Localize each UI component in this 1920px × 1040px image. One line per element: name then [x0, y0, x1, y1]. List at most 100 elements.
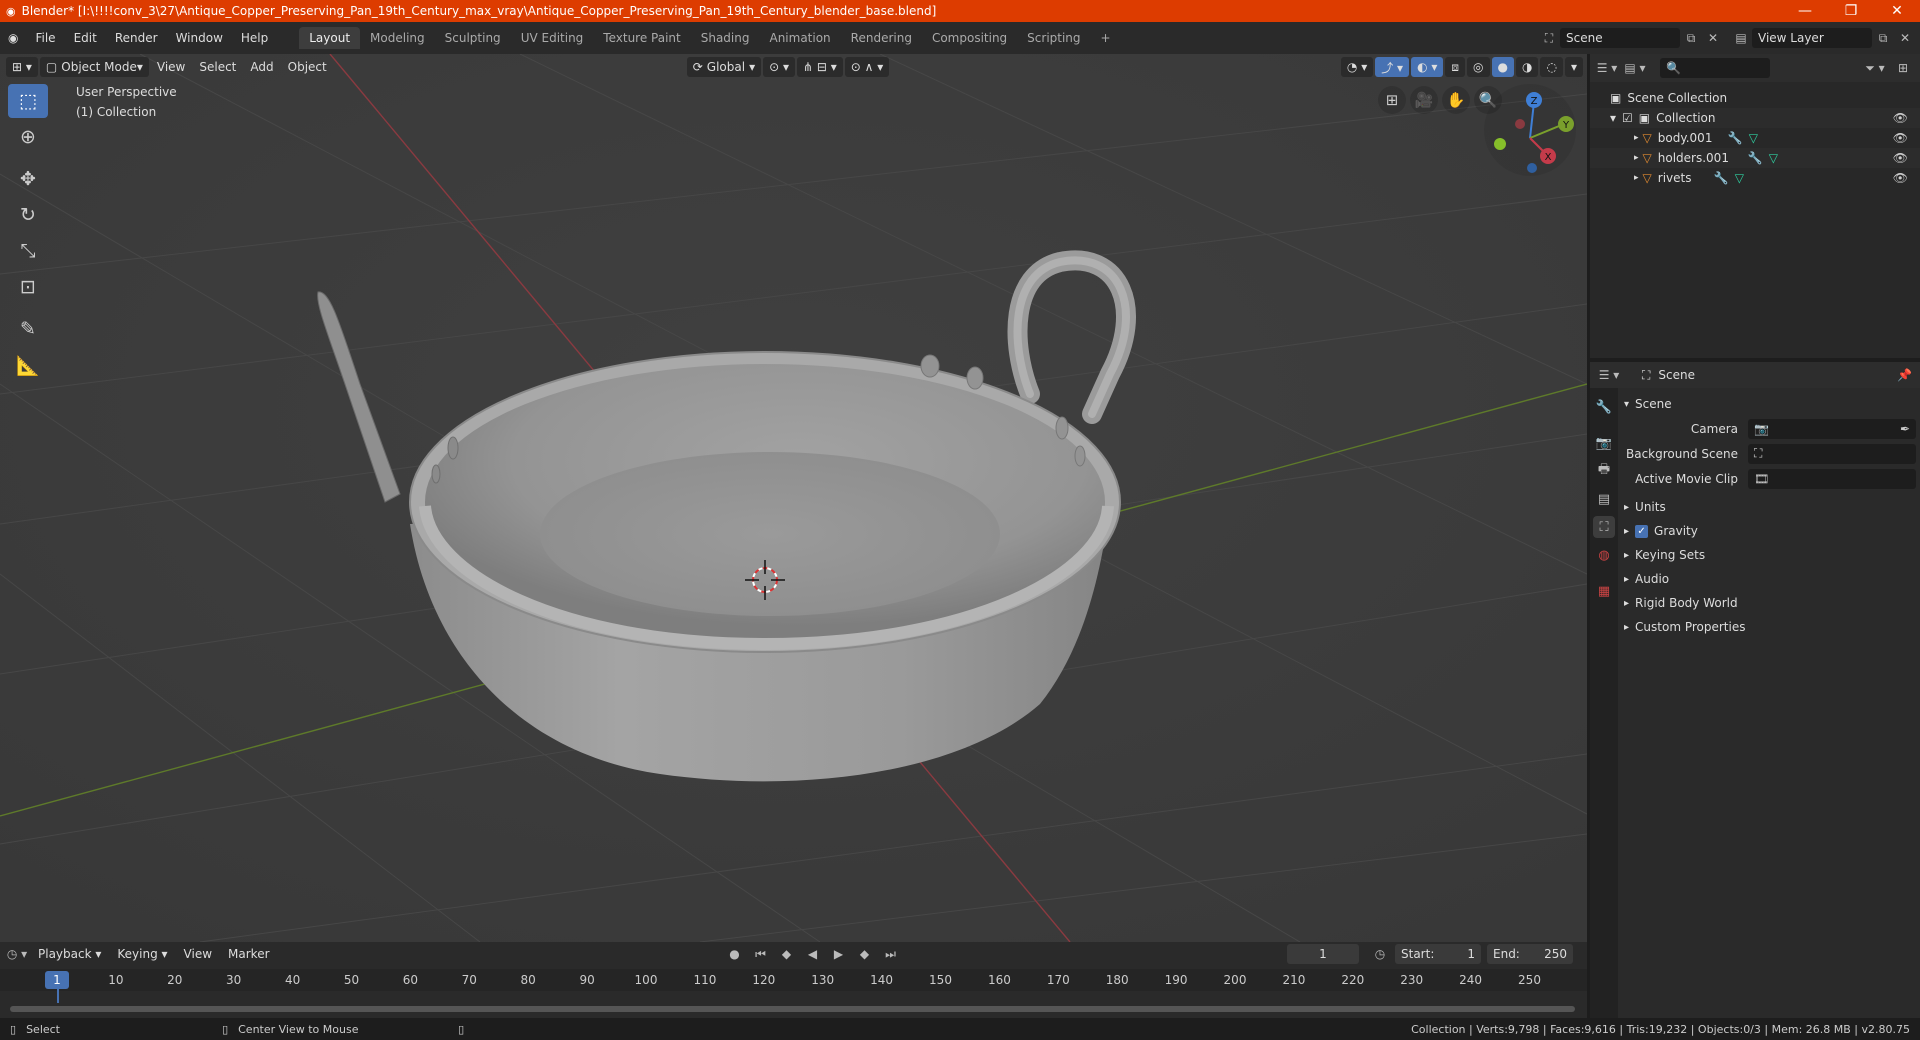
measure-icon[interactable]: 📐 — [8, 348, 48, 382]
transform-icon[interactable]: ⊡ — [8, 270, 48, 304]
navigation-gizmo[interactable]: Z Y X — [1480, 80, 1580, 180]
scene-tab-icon[interactable]: ⛶ — [1593, 516, 1615, 538]
menu-window[interactable]: Window — [167, 31, 232, 45]
tab-sculpting[interactable]: Sculpting — [435, 27, 511, 49]
new-scene-icon[interactable]: ⧉ — [1680, 28, 1702, 48]
shading-rendered-icon[interactable]: ◌ — [1540, 57, 1563, 77]
add-workspace-icon[interactable]: + — [1091, 27, 1121, 49]
snap-icon[interactable]: ⋔ ⊟ ▾ — [797, 57, 843, 77]
jump-start-icon[interactable]: ⏮ — [750, 944, 772, 964]
gravity-checkbox-icon[interactable]: ✓ — [1635, 524, 1649, 538]
outliner-object-rivets[interactable]: ▸ ▽ rivets 🔧 ▽ 👁 — [1590, 168, 1920, 188]
menu-file[interactable]: File — [26, 31, 64, 45]
new-collection-icon[interactable]: ⊞ — [1892, 58, 1914, 78]
expand-object-icon[interactable]: ▸ — [1634, 133, 1639, 143]
tab-texture-paint[interactable]: Texture Paint — [593, 27, 690, 49]
tab-uv-editing[interactable]: UV Editing — [511, 27, 594, 49]
custom-properties-panel-header[interactable]: ▸ Custom Properties — [1624, 615, 1916, 639]
object-visibility-icon[interactable]: 👁 — [1893, 131, 1908, 145]
mesh-data-icon[interactable]: ▽ — [1769, 151, 1778, 165]
menu-help[interactable]: Help — [232, 31, 277, 45]
tab-scripting[interactable]: Scripting — [1017, 27, 1090, 49]
output-tab-icon[interactable]: 🖶 — [1593, 460, 1615, 482]
mesh-data-icon[interactable]: ▽ — [1735, 171, 1744, 185]
audio-panel-header[interactable]: ▸ Audio — [1624, 567, 1916, 591]
expand-collection-icon[interactable]: ▾ — [1610, 111, 1616, 125]
view-layer-field[interactable]: View Layer — [1752, 28, 1872, 48]
shading-options-icon[interactable]: ▾ — [1564, 57, 1583, 77]
filter-icon[interactable]: ⏷ ▾ — [1864, 58, 1886, 78]
menu-edit[interactable]: Edit — [65, 31, 106, 45]
editor-type-icon[interactable]: ⊞ ▾ — [6, 57, 38, 77]
outliner-editor-icon[interactable]: ☰ ▾ — [1596, 58, 1618, 78]
shading-solid-icon[interactable]: ● — [1491, 57, 1514, 77]
camera-view-icon[interactable]: 🎥 — [1410, 86, 1438, 114]
scale-icon[interactable]: ⤡ — [8, 234, 48, 268]
current-frame-field[interactable]: 1 — [1287, 944, 1359, 964]
transform-orientation-select[interactable]: ⟳ Global ▾ — [686, 57, 762, 77]
outliner-scene-collection[interactable]: ▣ Scene Collection — [1590, 88, 1920, 108]
start-frame-field[interactable]: Start: 1 — [1395, 944, 1481, 964]
play-reverse-icon[interactable]: ◀ — [802, 944, 824, 964]
next-keyframe-icon[interactable]: ◆ — [854, 944, 876, 964]
world-tab-icon[interactable]: ◍ — [1593, 544, 1615, 566]
camera-field[interactable]: 📷 ✒ — [1748, 418, 1916, 439]
scene-field[interactable]: Scene — [1560, 28, 1680, 48]
view-layer-tab-icon[interactable]: ▤ — [1593, 488, 1615, 510]
pin-icon[interactable]: 📌 — [1897, 368, 1912, 382]
end-frame-field[interactable]: End: 250 — [1487, 944, 1573, 964]
tab-compositing[interactable]: Compositing — [922, 27, 1017, 49]
tab-layout[interactable]: Layout — [299, 27, 361, 49]
timeline-menu-view[interactable]: View — [178, 947, 218, 961]
display-mode-icon[interactable]: ▤ ▾ — [1624, 58, 1646, 78]
viewport-menu-object[interactable]: Object — [282, 60, 333, 74]
modifier-wrench-icon[interactable]: 🔧 — [1728, 131, 1743, 145]
tab-shading[interactable]: Shading — [691, 27, 760, 49]
jump-end-icon[interactable]: ⏭ — [880, 944, 902, 964]
tab-rendering[interactable]: Rendering — [841, 27, 922, 49]
outliner-collection[interactable]: ▾ ☑ ▣ Collection 👁 — [1590, 108, 1920, 128]
annotate-icon[interactable]: ✎ — [8, 312, 48, 346]
rotate-icon[interactable]: ↻ — [8, 198, 48, 232]
collection-checkbox-icon[interactable]: ☑ — [1622, 111, 1633, 125]
pivot-point-icon[interactable]: ⊙ ▾ — [763, 57, 795, 77]
texture-tab-icon[interactable]: ▦ — [1593, 580, 1615, 602]
record-icon[interactable]: ● — [724, 944, 746, 964]
shading-wireframe-icon[interactable]: ◎ — [1467, 57, 1490, 77]
mesh-data-icon[interactable]: ▽ — [1749, 131, 1758, 145]
maximize-button[interactable]: ❐ — [1828, 0, 1874, 22]
menu-render[interactable]: Render — [106, 31, 167, 45]
gravity-panel-header[interactable]: ▸ ✓ Gravity — [1624, 519, 1916, 543]
expand-object-icon[interactable]: ▸ — [1634, 173, 1639, 183]
tool-settings-tab-icon[interactable]: 🔧 — [1593, 396, 1615, 418]
outliner-object-body[interactable]: ▸ ▽ body.001 🔧 ▽ 👁 — [1590, 128, 1920, 148]
overlay-toggle-icon[interactable]: ◐ ▾ — [1411, 57, 1444, 77]
eyedropper-icon[interactable]: ✒ — [1900, 422, 1910, 436]
timeline-editor-icon[interactable]: ◷ ▾ — [6, 944, 28, 964]
outliner-search[interactable]: 🔍 — [1660, 58, 1770, 78]
frame-ruler[interactable]: 1 10 20 30 40 50 60 70 80 90 100 110 120 130 140 150 160… — [0, 969, 1587, 1003]
modifier-wrench-icon[interactable]: 🔧 — [1748, 151, 1763, 165]
scene-canvas[interactable] — [0, 54, 1587, 942]
units-panel-header[interactable]: ▸ Units — [1624, 495, 1916, 519]
tab-modeling[interactable]: Modeling — [360, 27, 435, 49]
new-view-layer-icon[interactable]: ⧉ — [1872, 28, 1894, 48]
active-movie-clip-field[interactable]: 🎞 — [1748, 468, 1916, 489]
object-visibility-icon[interactable]: 👁 — [1893, 151, 1908, 165]
xray-icon[interactable]: ⧈ — [1445, 57, 1466, 77]
cursor-icon[interactable]: ⊕ — [8, 120, 48, 154]
timeline-scrollbar[interactable] — [10, 1006, 1575, 1012]
play-icon[interactable]: ▶ — [828, 944, 850, 964]
3d-viewport[interactable]: ⊞ ▾ ▢ Object Mode ▾ View Select Add Obje… — [0, 54, 1587, 942]
viewport-menu-add[interactable]: Add — [244, 60, 279, 74]
minimize-button[interactable]: — — [1782, 0, 1828, 22]
proportional-edit-icon[interactable]: ⊙ ∧ ▾ — [844, 57, 890, 77]
background-scene-field[interactable]: ⛶ — [1748, 443, 1916, 464]
expand-object-icon[interactable]: ▸ — [1634, 153, 1639, 163]
blender-menu-icon[interactable]: ◉ — [0, 31, 26, 45]
scene-browse-icon[interactable]: ⛶ — [1538, 28, 1560, 48]
collection-visibility-icon[interactable]: 👁 — [1893, 111, 1908, 125]
current-frame-marker[interactable]: 1 — [45, 971, 69, 989]
modifier-wrench-icon[interactable]: 🔧 — [1714, 171, 1729, 185]
object-visibility-icon[interactable]: 👁 — [1893, 171, 1908, 185]
